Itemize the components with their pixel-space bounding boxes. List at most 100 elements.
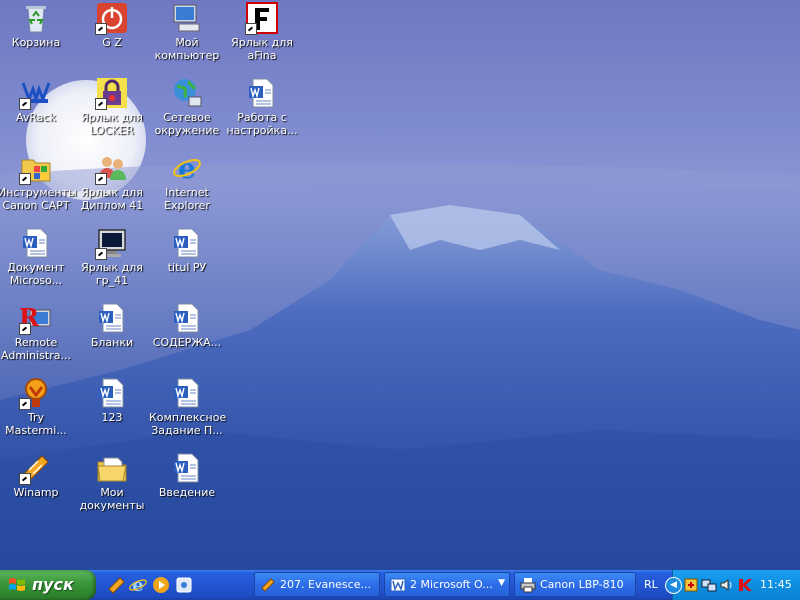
chevron-left-icon[interactable]: ◀ <box>665 577 682 594</box>
taskbar-button-label: 207. Evanesce... <box>280 578 371 591</box>
icon-label: Инструменты Canon CAPT <box>0 186 77 212</box>
desktop-icon-mastermind[interactable]: Try Mastermi... <box>0 377 74 437</box>
icon-label: Сетевое окружение <box>154 111 220 137</box>
word-document-icon <box>20 227 52 259</box>
recycle-bin-icon <box>20 2 52 34</box>
shortcut-arrow-icon <box>245 23 257 35</box>
afina-icon <box>245 2 278 35</box>
desktop-icon-my-computer[interactable]: Мой компьютер <box>149 2 225 62</box>
shortcut-arrow-icon <box>19 173 31 185</box>
internet-explorer-icon: e <box>171 152 203 184</box>
clock[interactable]: 11:45 <box>760 578 792 591</box>
desktop-icon-network[interactable]: Сетевое окружение <box>149 77 225 137</box>
desktop-icon-word-doc[interactable]: 123 <box>74 377 150 424</box>
icon-label: Winamp <box>13 486 59 499</box>
icon-label: Введение <box>158 486 216 499</box>
desktop-icon-word-doc[interactable]: СОДЕРЖА... <box>149 302 225 349</box>
desktop-icon-afina[interactable]: Ярлык для aFina <box>224 2 300 62</box>
windows-logo-icon <box>9 578 25 591</box>
my-computer-icon <box>171 2 203 34</box>
shortcut-arrow-icon <box>19 98 31 110</box>
icon-label: Remote Administra... <box>1 336 71 362</box>
desktop-icon-word-doc[interactable]: Введение <box>149 452 225 499</box>
system-tray: ◀ 11:45 <box>665 570 800 600</box>
desktop-icon-internet-explorer[interactable]: e Internet Explorer <box>149 152 225 212</box>
remote-admin-icon: R <box>19 302 52 335</box>
winamp-icon[interactable] <box>106 575 126 595</box>
icon-label: titul РУ <box>167 261 207 274</box>
desktop-icon-word-doc[interactable]: titul РУ <box>149 227 225 274</box>
desktop-icon-recycle-bin[interactable]: Корзина <box>0 2 74 49</box>
svg-text:e: e <box>178 152 196 184</box>
desktop-icon-locker[interactable]: Ярлык для LOCKER <box>74 77 150 137</box>
word-document-icon <box>246 77 278 109</box>
word-document-icon <box>171 452 203 484</box>
desktop-icon-remote-admin[interactable]: R Remote Administra... <box>0 302 74 362</box>
icon-label: Бланки <box>90 336 134 349</box>
locker-icon <box>95 77 128 110</box>
internet-explorer-icon[interactable]: e <box>128 575 148 595</box>
mastermind-icon <box>19 377 52 410</box>
my-documents-icon <box>96 452 128 484</box>
icon-label: Ярлык для aFina <box>231 36 293 62</box>
network-connection-icon[interactable] <box>701 577 717 593</box>
icon-label: Ярлык для гр_41 <box>81 261 143 287</box>
taskbar-button-winamp[interactable]: 207. Evanesce... <box>254 572 380 597</box>
volume-icon[interactable] <box>719 577 735 593</box>
word-document-icon <box>96 302 128 334</box>
icon-label: СОДЕРЖА... <box>152 336 222 349</box>
word-document-icon <box>171 377 203 409</box>
desktop-icon-diplom41[interactable]: Ярлык для Диплом 41 <box>74 152 150 212</box>
winamp-icon <box>261 578 275 592</box>
printer-icon <box>520 578 536 593</box>
antivirus-icon[interactable] <box>737 577 753 593</box>
icon-label: Документ Microso... <box>7 261 65 287</box>
avrack-icon <box>19 77 52 110</box>
icon-label: 123 <box>101 411 123 424</box>
desktop-icon-my-documents[interactable]: Мои документы <box>74 452 150 512</box>
desktop-icon-avrack[interactable]: AvRack <box>0 77 74 124</box>
word-icon <box>390 578 406 592</box>
canon-tools-icon <box>19 152 52 185</box>
taskbar-button-canon[interactable]: Canon LBP-810 <box>514 572 636 597</box>
shortcut-arrow-icon <box>95 98 107 110</box>
language-indicator[interactable]: RL <box>644 578 658 591</box>
desktop[interactable]: Корзина G Z Мой компьютер Ярлык для aFin… <box>0 0 800 570</box>
desktop-icon-gr41[interactable]: Ярлык для гр_41 <box>74 227 150 287</box>
security-icon[interactable] <box>683 577 699 593</box>
taskbar: пуск e 207. Evanesce... 2 Microsoft O...… <box>0 570 800 600</box>
desktop-icon-word-doc[interactable]: Документ Microso... <box>0 227 74 287</box>
shortcut-arrow-icon <box>19 398 31 410</box>
shortcut-arrow-icon <box>19 323 31 335</box>
icon-label: Корзина <box>11 36 61 49</box>
power-app-icon <box>95 2 128 35</box>
show-desktop-icon[interactable] <box>174 575 194 595</box>
word-document-icon <box>96 377 128 409</box>
shortcut-arrow-icon <box>95 173 107 185</box>
users-icon <box>95 152 128 185</box>
media-player-icon[interactable] <box>151 575 171 595</box>
winamp-icon <box>19 452 52 485</box>
word-document-icon <box>171 227 203 259</box>
desktop-icon-word-doc[interactable]: Работа с настройка... <box>224 77 300 137</box>
start-label: пуск <box>32 575 74 594</box>
icon-label: Ярлык для Диплом 41 <box>80 186 144 212</box>
shortcut-arrow-icon <box>19 473 31 485</box>
svg-text:e: e <box>132 575 143 595</box>
desktop-icon-gz[interactable]: G Z <box>74 2 150 49</box>
start-button[interactable]: пуск <box>0 570 96 600</box>
network-icon <box>171 77 203 109</box>
desktop-icon-canon-tools[interactable]: Инструменты Canon CAPT <box>0 152 77 212</box>
icon-label: Мой компьютер <box>154 36 220 62</box>
desktop-icon-winamp[interactable]: Winamp <box>0 452 74 499</box>
icon-label: G Z <box>102 36 122 49</box>
shortcut-arrow-icon <box>95 23 107 35</box>
desktop-icon-word-doc[interactable]: Комплексное Задание П... <box>149 377 227 437</box>
taskbar-button-word-group[interactable]: 2 Microsoft O... ▼ <box>384 572 510 597</box>
icon-label: Try Mastermi... <box>5 411 67 437</box>
icon-label: Комплексное Задание П... <box>149 411 227 437</box>
monitor-icon <box>95 227 128 260</box>
desktop-icon-word-doc[interactable]: Бланки <box>74 302 150 349</box>
word-document-icon <box>171 302 203 334</box>
chevron-down-icon: ▼ <box>498 578 505 588</box>
